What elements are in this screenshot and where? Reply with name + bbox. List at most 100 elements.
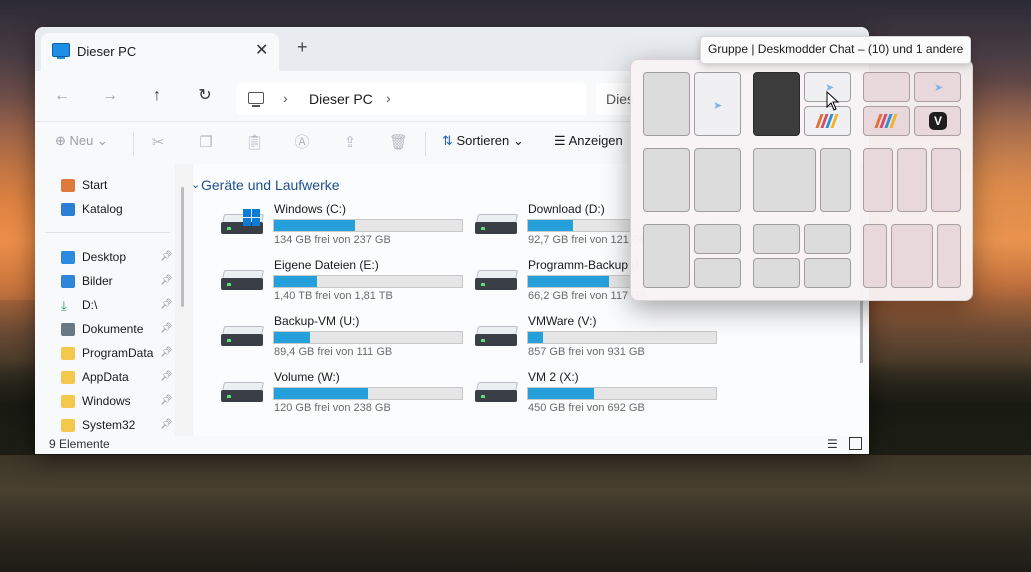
drive-free-space: 89,4 GB frei von 111 GB bbox=[274, 346, 393, 358]
drive-tile[interactable]: Windows (C:) 134 GB frei von 237 GB bbox=[201, 202, 463, 248]
snap-zone[interactable] bbox=[753, 148, 816, 212]
snap-zone[interactable] bbox=[643, 72, 690, 136]
drive-usage-fill bbox=[274, 388, 368, 399]
snap-zone[interactable]: V bbox=[914, 106, 961, 136]
app-stripes-icon bbox=[815, 114, 839, 128]
pin-icon[interactable]: 📌︎ bbox=[160, 275, 173, 286]
download-drive-icon: ⤓ bbox=[61, 298, 67, 313]
snap-zone[interactable] bbox=[937, 224, 961, 288]
snap-zone[interactable] bbox=[643, 224, 690, 288]
view-label: Anzeigen bbox=[568, 133, 623, 148]
tiles-view-icon[interactable] bbox=[849, 437, 862, 450]
drive-name: Eigene Dateien (E:) bbox=[274, 258, 379, 272]
drive-tile[interactable]: Eigene Dateien (E:) 1,40 TB frei von 1,81… bbox=[201, 258, 463, 304]
vivaldi-icon: V bbox=[929, 112, 947, 130]
drive-usage-bar bbox=[273, 331, 463, 344]
back-arrow-icon[interactable]: ← bbox=[50, 84, 74, 108]
navigation-pane: Start Katalog Desktop 📌︎ Bilder 📌︎ ⤓ D:\… bbox=[35, 164, 175, 436]
tab-dieser-pc[interactable]: Dieser PC ✕ bbox=[41, 33, 279, 71]
status-bar: 9 Elemente ☰ bbox=[35, 436, 869, 454]
paste-icon[interactable]: 📋︎ bbox=[245, 134, 264, 152]
computer-icon bbox=[248, 92, 264, 107]
drive-usage-fill bbox=[528, 388, 594, 399]
snap-zone[interactable] bbox=[694, 148, 741, 212]
drive-tile[interactable]: Volume (W:) 120 GB frei von 238 GB bbox=[201, 370, 463, 416]
sidebar-scrollbar[interactable] bbox=[181, 187, 184, 307]
refresh-icon[interactable]: ↻ bbox=[193, 84, 217, 108]
snap-zone-group[interactable] bbox=[753, 72, 800, 136]
folder-icon bbox=[61, 419, 75, 432]
up-arrow-icon[interactable]: ↑ bbox=[145, 84, 169, 108]
drive-usage-bar bbox=[527, 331, 717, 344]
folder-icon bbox=[61, 395, 75, 408]
drive-name: VM 2 (X:) bbox=[528, 370, 579, 384]
sidebar-item-label: Bilder bbox=[82, 274, 113, 288]
cut-icon[interactable]: ✂ bbox=[149, 134, 167, 152]
address-bar[interactable]: › Dieser PC › bbox=[236, 83, 586, 115]
snap-layouts-flyout: ➤ ➤ ➤ V bbox=[630, 59, 973, 301]
snap-zone[interactable] bbox=[804, 258, 851, 288]
snap-zone[interactable] bbox=[863, 148, 893, 212]
close-tab-icon[interactable]: ✕ bbox=[255, 40, 268, 60]
snap-zone[interactable] bbox=[820, 148, 851, 212]
hard-drive-icon bbox=[475, 326, 519, 346]
snap-zone[interactable] bbox=[643, 148, 690, 212]
snap-zone[interactable] bbox=[753, 224, 800, 254]
pin-icon[interactable]: 📌︎ bbox=[160, 251, 173, 262]
sort-button[interactable]: ⇅ Sortieren ⌄ bbox=[442, 133, 524, 149]
breadcrumb-dieser-pc[interactable]: Dieser PC bbox=[309, 91, 373, 107]
pin-icon[interactable]: 📌︎ bbox=[160, 323, 173, 334]
telegram-icon: ➤ bbox=[934, 82, 944, 94]
pin-icon[interactable]: 📌︎ bbox=[160, 371, 173, 382]
computer-icon bbox=[52, 43, 70, 59]
drive-tile[interactable]: Backup-VM (U:) 89,4 GB frei von 111 GB bbox=[201, 314, 463, 360]
tab-title: Dieser PC bbox=[77, 44, 137, 59]
snap-zone[interactable] bbox=[931, 148, 961, 212]
group-header[interactable]: Geräte und Laufwerke bbox=[201, 177, 340, 193]
rename-icon[interactable]: Ⓐ bbox=[293, 134, 311, 152]
drive-usage-fill bbox=[528, 220, 574, 231]
pin-icon[interactable]: 📌︎ bbox=[160, 395, 173, 406]
toolbar-divider bbox=[425, 132, 426, 156]
snap-zone[interactable] bbox=[863, 106, 910, 136]
snap-zone[interactable]: ➤ bbox=[694, 72, 741, 136]
sidebar-item-label: Start bbox=[82, 178, 108, 192]
drive-name: Programm-Backup (I bbox=[528, 258, 639, 272]
snap-zone[interactable] bbox=[897, 148, 927, 212]
pin-icon[interactable]: 📌︎ bbox=[160, 347, 173, 358]
pin-icon[interactable]: 📌︎ bbox=[160, 299, 173, 310]
snap-zone[interactable] bbox=[891, 224, 933, 288]
copy-icon[interactable]: ❐ bbox=[197, 134, 215, 152]
snap-zone[interactable] bbox=[753, 258, 800, 288]
chevron-down-icon[interactable]: ⌄ bbox=[191, 178, 200, 191]
chevron-right-icon[interactable]: › bbox=[386, 90, 391, 106]
delete-icon[interactable]: 🗑︎ bbox=[389, 134, 408, 152]
share-icon[interactable]: ⇪ bbox=[341, 134, 359, 152]
sidebar-item-label: AppData bbox=[82, 370, 129, 384]
pin-icon[interactable]: 📌︎ bbox=[160, 419, 173, 430]
folder-icon bbox=[61, 347, 75, 360]
drive-name: Backup-VM (U:) bbox=[274, 314, 360, 328]
drive-usage-bar bbox=[527, 387, 717, 400]
details-view-icon[interactable]: ☰ bbox=[827, 437, 838, 451]
drive-tile[interactable]: VM 2 (X:) 450 GB frei von 692 GB bbox=[455, 370, 717, 416]
sidebar-divider bbox=[45, 232, 170, 233]
snap-zone[interactable] bbox=[804, 224, 851, 254]
tooltip-text: Gruppe | Deskmodder Chat – (10) und 1 an… bbox=[708, 42, 964, 56]
snap-zone[interactable] bbox=[694, 258, 741, 288]
chevron-right-icon[interactable]: › bbox=[283, 90, 288, 106]
new-button[interactable]: ⊕ Neu ⌄ bbox=[55, 133, 108, 149]
forward-arrow-icon[interactable]: → bbox=[98, 84, 122, 108]
sort-icon: ⇅ bbox=[442, 133, 457, 148]
view-button[interactable]: ☰ Anzeigen bbox=[554, 133, 623, 149]
snap-zone[interactable] bbox=[694, 224, 741, 254]
windows-logo-icon bbox=[243, 209, 261, 227]
snap-zone[interactable] bbox=[863, 72, 910, 102]
hard-drive-icon bbox=[221, 382, 265, 402]
new-tab-button[interactable]: + bbox=[297, 38, 308, 56]
snap-zone[interactable] bbox=[863, 224, 887, 288]
drive-name: Volume (W:) bbox=[274, 370, 340, 384]
drive-tile[interactable]: VMWare (V:) 857 GB frei von 931 GB bbox=[455, 314, 717, 360]
snap-zone[interactable]: ➤ bbox=[914, 72, 961, 102]
gallery-icon bbox=[61, 203, 75, 216]
